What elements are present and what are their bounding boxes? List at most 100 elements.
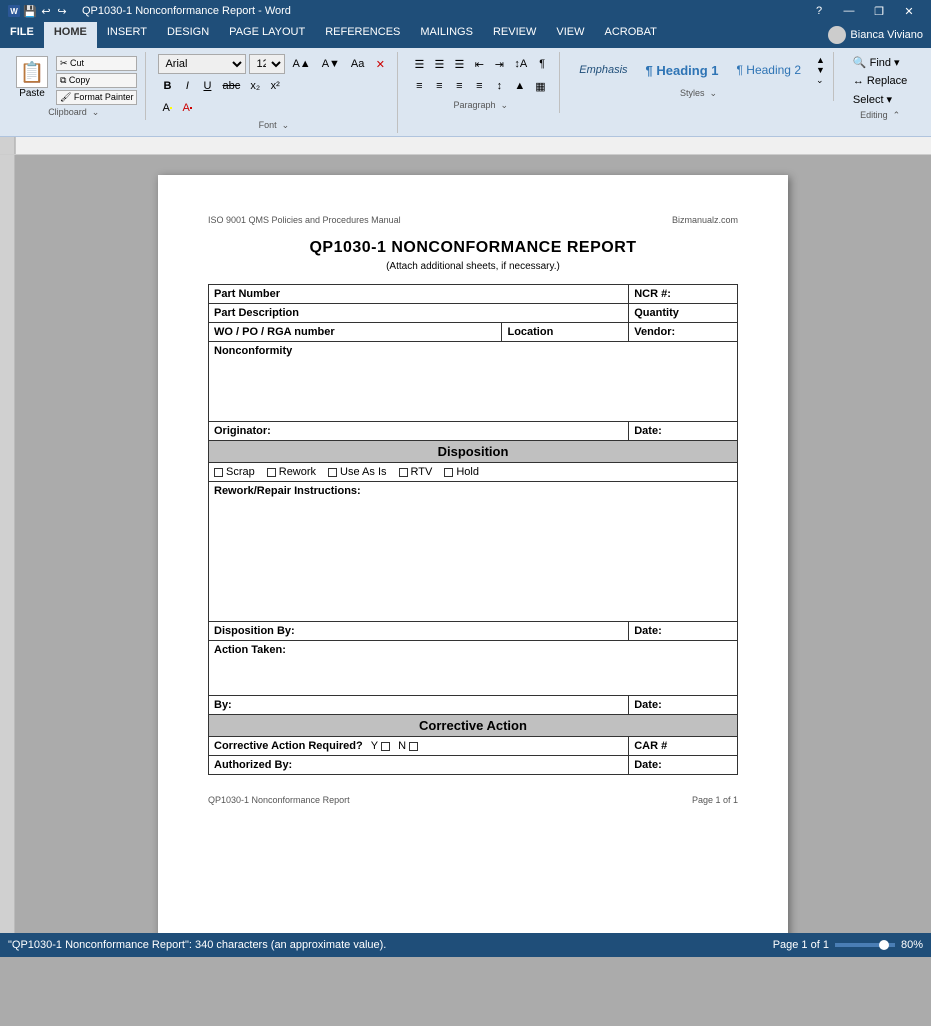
font-grow-button[interactable]: A▲ [288,54,314,74]
doc-subtitle: (Attach additional sheets, if necessary.… [208,261,738,272]
save-icon[interactable]: 💾 [24,5,36,17]
part-number-label: Part Number [209,285,629,304]
sort-button[interactable]: ↕A [510,54,531,74]
corrective-action-header-row: Corrective Action [209,715,738,737]
styles-gallery: Emphasis ¶ Heading 1 ¶ Heading 2 ▲ ▼ ⌄ [572,54,825,86]
corrective-y-checkbox[interactable] [381,742,390,751]
ruler-content [15,137,931,154]
tab-home[interactable]: HOME [44,22,97,48]
strikethrough-button[interactable]: abc [218,76,244,96]
zoom-slider-thumb[interactable] [879,940,889,950]
tab-mailings[interactable]: MAILINGS [410,22,483,48]
editing-buttons: 🔍 Find ▾ ↔ Replace Select ▾ [846,54,914,108]
tab-insert[interactable]: INSERT [97,22,157,48]
clear-formatting-button[interactable]: ✕ [371,54,389,74]
hold-label: Hold [456,466,479,478]
minimize-button[interactable]: — [835,0,863,22]
align-right-button[interactable]: ≡ [450,76,468,96]
rework-label: Rework [279,466,316,478]
bold-button[interactable]: B [158,76,176,96]
style-heading2[interactable]: ¶ Heading 2 [730,54,809,86]
help-icon[interactable]: ? [805,0,833,22]
ruler-svg [15,137,931,155]
format-painter-button[interactable]: 🖌 Format Painter [56,90,137,105]
copy-button[interactable]: ⧉ Copy [56,73,137,88]
font-size-select[interactable]: 12 [249,54,285,74]
font-row1: Arial 12 A▲ A▼ Aa ✕ [158,54,389,74]
table-row: Part Number NCR #: [209,285,738,304]
corrective-n-checkbox[interactable] [409,742,418,751]
clipboard-small-buttons: ✂ Cut ⧉ Copy 🖌 Format Painter [56,56,137,105]
clipboard-group: 📋 Paste ✂ Cut ⧉ Copy 🖌 Format Painter Cl… [6,52,146,120]
find-button[interactable]: 🔍 Find ▾ [846,54,914,71]
align-center-button[interactable]: ≡ [430,76,448,96]
authorized-by-label: Authorized By: [209,756,629,775]
justify-button[interactable]: ≡ [470,76,488,96]
scrap-label: Scrap [226,466,255,478]
paste-button[interactable]: 📋 Paste [10,54,54,101]
ruler-corner [0,137,15,154]
main-area: ISO 9001 QMS Policies and Procedures Man… [0,155,931,933]
tab-file[interactable]: FILE [0,22,44,48]
select-button[interactable]: Select ▾ [846,91,914,108]
replace-button[interactable]: ↔ Replace [846,73,914,89]
increase-indent-button[interactable]: ⇥ [490,54,508,74]
scrap-checkbox[interactable] [214,468,223,477]
shading-button[interactable]: ▲ [510,76,529,96]
action-taken-row: Action Taken: [209,641,738,696]
replace-icon: ↔ [853,75,864,87]
redo-icon[interactable]: ↪ [56,5,68,17]
word-icon: W [8,5,20,17]
tab-design[interactable]: DESIGN [157,22,219,48]
font-shrink-button[interactable]: A▼ [318,54,344,74]
font-color-button[interactable]: A [178,98,196,118]
borders-button[interactable]: ▦ [531,76,549,96]
title-bar-app-icons: W 💾 ↩ ↪ [8,5,68,17]
use-as-is-checkbox[interactable] [328,468,337,477]
subscript-button[interactable]: x₂ [246,76,264,96]
tab-references[interactable]: REFERENCES [315,22,410,48]
disposition-header: Disposition [209,441,738,463]
tab-review[interactable]: REVIEW [483,22,546,48]
close-button[interactable]: ✕ [895,0,923,22]
clipboard-label: Clipboard ⌄ [10,105,137,118]
title-bar: W 💾 ↩ ↪ QP1030-1 Nonconformance Report -… [0,0,931,22]
multilevel-button[interactable]: ☰ [450,54,468,74]
style-heading1[interactable]: ¶ Heading 1 [639,54,726,86]
font-row3: A A [158,98,196,118]
tab-acrobat[interactable]: ACROBAT [594,22,666,48]
rework-checkbox[interactable] [267,468,276,477]
line-spacing-button[interactable]: ↕ [490,76,508,96]
bullets-button[interactable]: ☰ [410,54,428,74]
authorized-row: Authorized By: Date: [209,756,738,775]
change-case-button[interactable]: Aa [347,54,368,74]
restore-button[interactable]: ❐ [865,0,893,22]
style-h2-label: ¶ Heading 2 [737,63,802,77]
styles-label: Styles ⌄ [572,86,825,99]
user-avatar [828,26,846,44]
numbering-button[interactable]: ☰ [430,54,448,74]
rtv-checkbox[interactable] [399,468,408,477]
hold-checkbox[interactable] [444,468,453,477]
show-marks-button[interactable]: ¶ [533,54,551,74]
text-highlight-button[interactable]: A [158,98,176,118]
originator-label: Originator: [209,422,629,441]
italic-button[interactable]: I [178,76,196,96]
align-left-button[interactable]: ≡ [410,76,428,96]
styles-scroll[interactable]: ▲ ▼ ⌄ [812,55,825,86]
decrease-indent-button[interactable]: ⇤ [470,54,488,74]
cut-button[interactable]: ✂ Cut [56,56,137,71]
zoom-slider[interactable] [835,943,895,947]
font-family-select[interactable]: Arial [158,54,246,74]
style-emphasis[interactable]: Emphasis [572,54,634,86]
tab-page-layout[interactable]: PAGE LAYOUT [219,22,315,48]
superscript-button[interactable]: x² [266,76,284,96]
tab-view[interactable]: VIEW [546,22,594,48]
nonconformity-label: Nonconformity [214,345,292,357]
undo-icon[interactable]: ↩ [40,5,52,17]
underline-button[interactable]: U [198,76,216,96]
doc-header-left: ISO 9001 QMS Policies and Procedures Man… [208,215,401,225]
status-bar: "QP1030-1 Nonconformance Report": 340 ch… [0,933,931,957]
user-name[interactable]: Bianca Viviano [850,29,923,41]
table-row: Nonconformity [209,342,738,422]
